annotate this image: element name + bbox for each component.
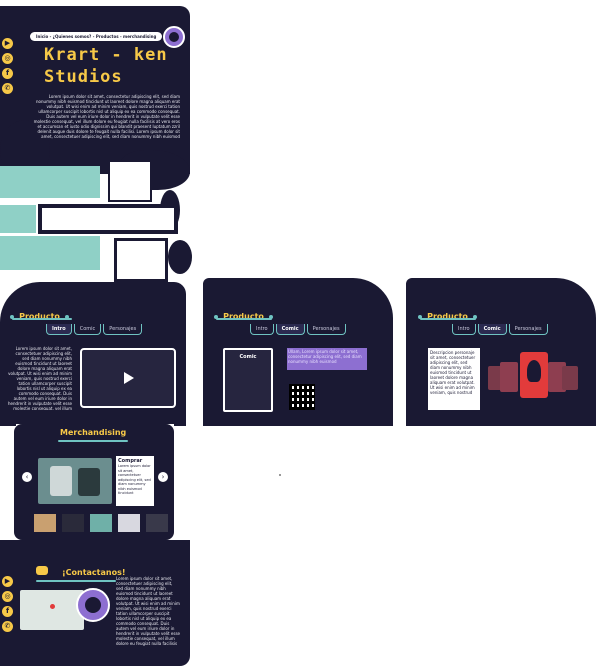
product-title-3: Producto (418, 304, 477, 323)
instagram-icon[interactable]: ◎ (2, 53, 13, 64)
breadcrumb[interactable]: Inicio - ¿Quienes somos? - Productos - m… (30, 32, 162, 41)
teal-block (0, 236, 100, 270)
title-underline (216, 318, 272, 320)
merch-title: Merchandising (60, 428, 127, 437)
tab-intro[interactable]: Intro (250, 324, 274, 335)
character-description: Descripcion personaje sit amet, consecte… (428, 348, 480, 410)
character-silhouette-icon (527, 360, 541, 382)
map-pin-icon (50, 604, 55, 609)
tab-intro[interactable]: Intro (46, 324, 72, 335)
thumbnail[interactable] (34, 514, 56, 532)
hero-paragraph: Lorem ipsum dolor sit amet, consectetur … (33, 94, 180, 139)
hero-title-line1: Krart - ken (44, 45, 168, 65)
merch-info-card: Comprar Lorem ipsum dolor sit amet, cons… (116, 456, 154, 506)
frame-card (114, 238, 168, 282)
tab-comic[interactable]: Comic (275, 324, 305, 335)
character-carousel[interactable] (486, 350, 582, 412)
stray-dot (279, 474, 281, 476)
contact-text: Lorem ipsum dolor sit amet, consectetuer… (116, 576, 180, 646)
product-tabs-3: Intro Comic Personajes (452, 324, 550, 335)
comic-cover-label: Comic (239, 354, 257, 360)
product-intro-text: Lorem ipsum dolor sit amet, consectetuer… (8, 346, 72, 410)
youtube-icon[interactable]: ▶ (2, 576, 13, 587)
chat-icon (36, 566, 48, 575)
youtube-icon[interactable]: ▶ (2, 38, 13, 49)
hero-title: Krart - ken Studios (44, 44, 194, 88)
thumbnail[interactable] (62, 514, 84, 532)
comic-description: Ullam, Lorem ipsum dolor sit amet, conse… (287, 348, 367, 370)
tab-comic[interactable]: Comic (477, 324, 507, 335)
ink-splatter (168, 240, 192, 274)
frame-card (38, 204, 178, 234)
social-bar: ▶ ◎ f ✆ (2, 38, 16, 94)
whatsapp-icon[interactable]: ✆ (2, 621, 13, 632)
video-player[interactable] (80, 348, 176, 408)
hero-title-line2: Studios (44, 67, 123, 87)
character-card[interactable] (562, 366, 578, 390)
octopus-icon (169, 32, 179, 42)
tab-intro[interactable]: Intro (452, 324, 476, 335)
whatsapp-icon[interactable]: ✆ (2, 83, 13, 94)
teal-block (0, 166, 100, 198)
instagram-icon[interactable]: ◎ (2, 591, 13, 602)
title-underline (420, 318, 476, 320)
location-map[interactable] (20, 590, 84, 630)
product-title-1: Producto (10, 304, 69, 323)
teal-block (0, 205, 36, 233)
contact-logo (76, 588, 110, 622)
merch-thumbnails (34, 514, 168, 532)
thumbnail[interactable] (90, 514, 112, 532)
tab-personajes[interactable]: Personajes (306, 324, 346, 335)
merch-main-image (38, 458, 112, 504)
thumbnail[interactable] (146, 514, 168, 532)
merch-description: Lorem ipsum dolor sit amet, consectetuer… (118, 464, 151, 495)
mug-icon (50, 466, 72, 496)
play-icon[interactable] (124, 372, 134, 384)
product-tabs-1: Intro Comic Personajes (46, 324, 144, 335)
tab-personajes[interactable]: Personajes (103, 324, 143, 335)
comic-cover[interactable]: Comic (223, 348, 273, 412)
facebook-icon[interactable]: f (2, 606, 13, 617)
carousel-prev-button[interactable]: ‹ (22, 472, 32, 482)
mug-icon (78, 468, 100, 496)
product-tabs-2: Intro Comic Personajes (250, 324, 348, 335)
tab-personajes[interactable]: Personajes (508, 324, 548, 335)
social-bar-bottom: ▶ ◎ f ✆ (2, 576, 16, 632)
title-underline (12, 318, 72, 320)
product-title-2: Producto (214, 304, 273, 323)
title-underline (36, 580, 116, 582)
thumbnail[interactable] (118, 514, 140, 532)
character-card[interactable] (500, 362, 518, 392)
qr-code[interactable] (289, 384, 315, 410)
facebook-icon[interactable]: f (2, 68, 13, 79)
octopus-icon (85, 597, 101, 613)
carousel-next-button[interactable]: › (158, 472, 168, 482)
frame-card (108, 160, 152, 202)
title-underline (58, 440, 128, 442)
tab-comic[interactable]: Comic (73, 324, 102, 335)
character-card-active[interactable] (520, 352, 548, 398)
